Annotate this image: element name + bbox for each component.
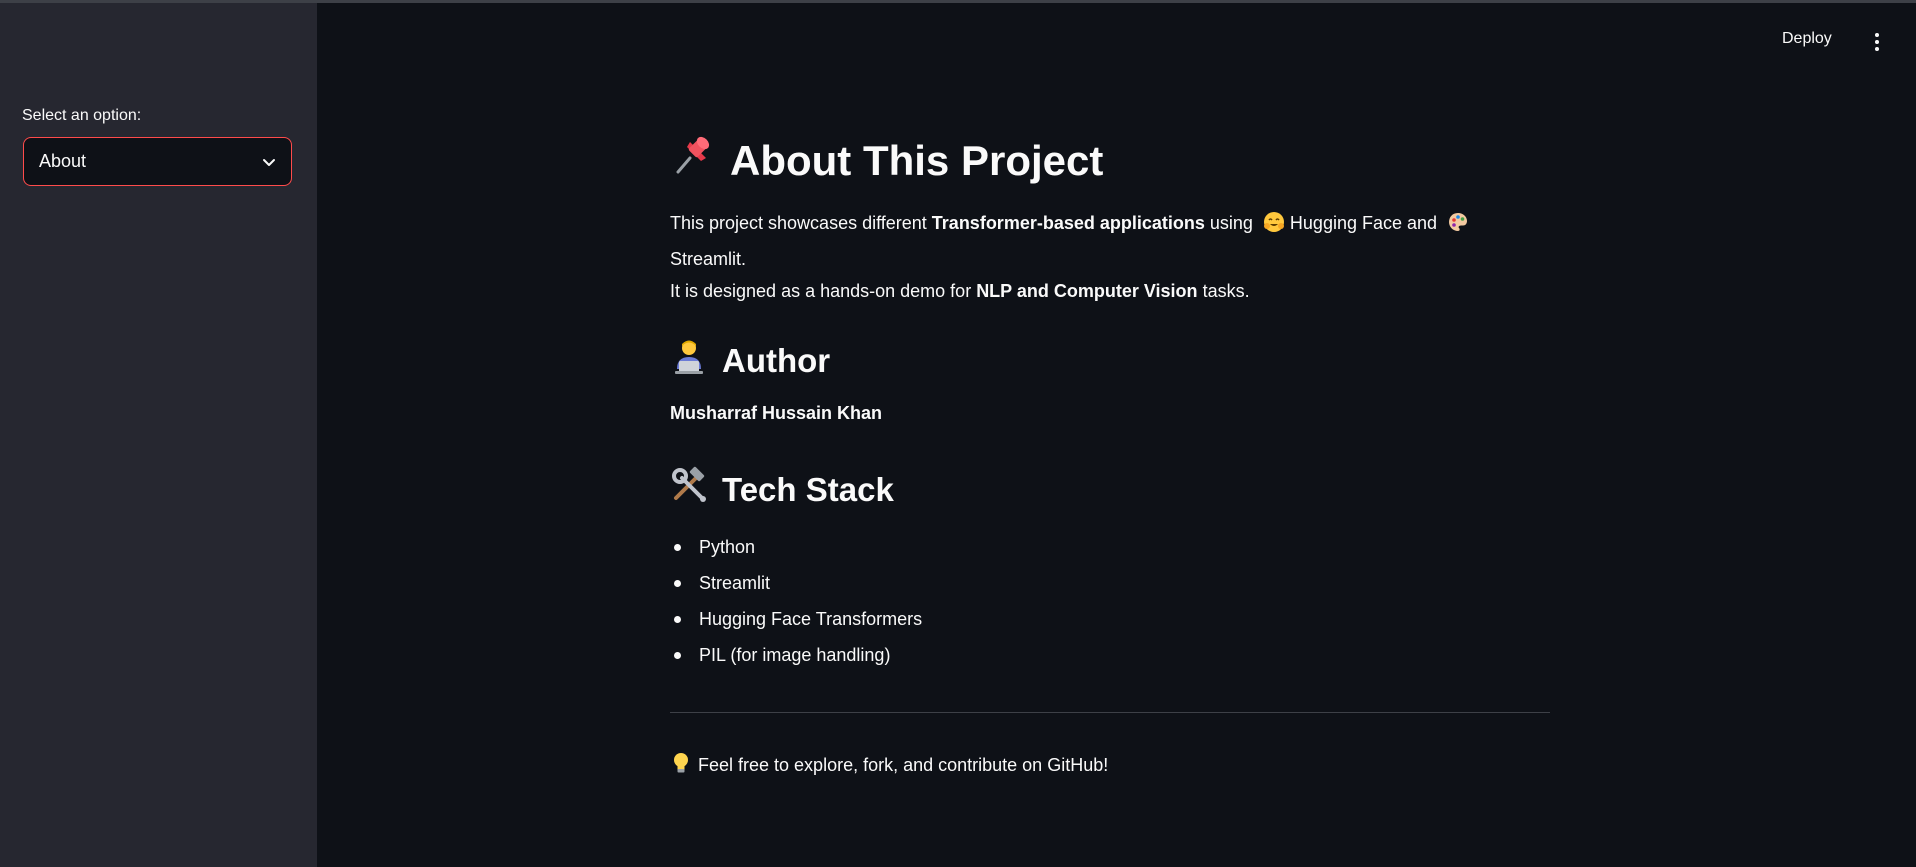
hugging-face-icon <box>1263 211 1285 243</box>
option-select[interactable]: About <box>23 137 292 186</box>
intro-text: using <box>1204 213 1258 233</box>
deploy-button[interactable]: Deploy <box>1782 30 1832 48</box>
list-item: Streamlit <box>670 567 922 603</box>
sidebar: Select an option: About <box>0 3 317 867</box>
tech-stack-heading-text: Tech Stack <box>722 471 894 508</box>
author-heading-text: Author <box>722 342 831 379</box>
intro-text: Hugging Face and <box>1289 213 1438 233</box>
intro-text: It is designed as a hands-on demo for <box>670 281 977 301</box>
intro-bold: Transformer-based applications <box>931 213 1205 233</box>
menu-dot <box>1875 40 1879 44</box>
hammer-wrench-icon <box>670 466 708 514</box>
tech-stack-list: Python Streamlit Hugging Face Transforme… <box>670 531 922 675</box>
chevron-down-icon <box>263 158 275 166</box>
footer-note: Feel free to explore, fork, and contribu… <box>672 752 1108 779</box>
footer-text: Feel free to explore, fork, and contribu… <box>698 755 1109 775</box>
menu-dot <box>1875 33 1879 37</box>
page-title: About This Project <box>670 132 1103 190</box>
list-item: Python <box>670 531 922 567</box>
tech-stack-heading: Tech Stack <box>670 466 894 514</box>
intro-bold: NLP and Computer Vision <box>976 281 1198 301</box>
intro-paragraph: This project showcases different Transfo… <box>670 207 1510 307</box>
intro-text: tasks. <box>1197 281 1250 301</box>
pushpin-icon <box>670 132 716 190</box>
select-label: Select an option: <box>22 107 142 124</box>
page-title-text: About This Project <box>730 137 1104 184</box>
intro-text: This project showcases different <box>670 213 932 233</box>
list-item: PIL (for image handling) <box>670 639 922 675</box>
author-heading: Author <box>670 337 830 385</box>
select-value: About <box>39 151 87 171</box>
author-name: Musharraf Hussain Khan <box>670 403 883 423</box>
technologist-icon <box>670 337 708 385</box>
list-item: Hugging Face Transformers <box>670 603 922 639</box>
menu-dot <box>1875 47 1879 51</box>
main-menu-icon[interactable] <box>1867 30 1887 54</box>
palette-icon <box>1447 211 1469 243</box>
lightbulb-icon <box>672 752 690 779</box>
intro-text: Streamlit. <box>670 249 747 269</box>
divider <box>670 712 1550 713</box>
